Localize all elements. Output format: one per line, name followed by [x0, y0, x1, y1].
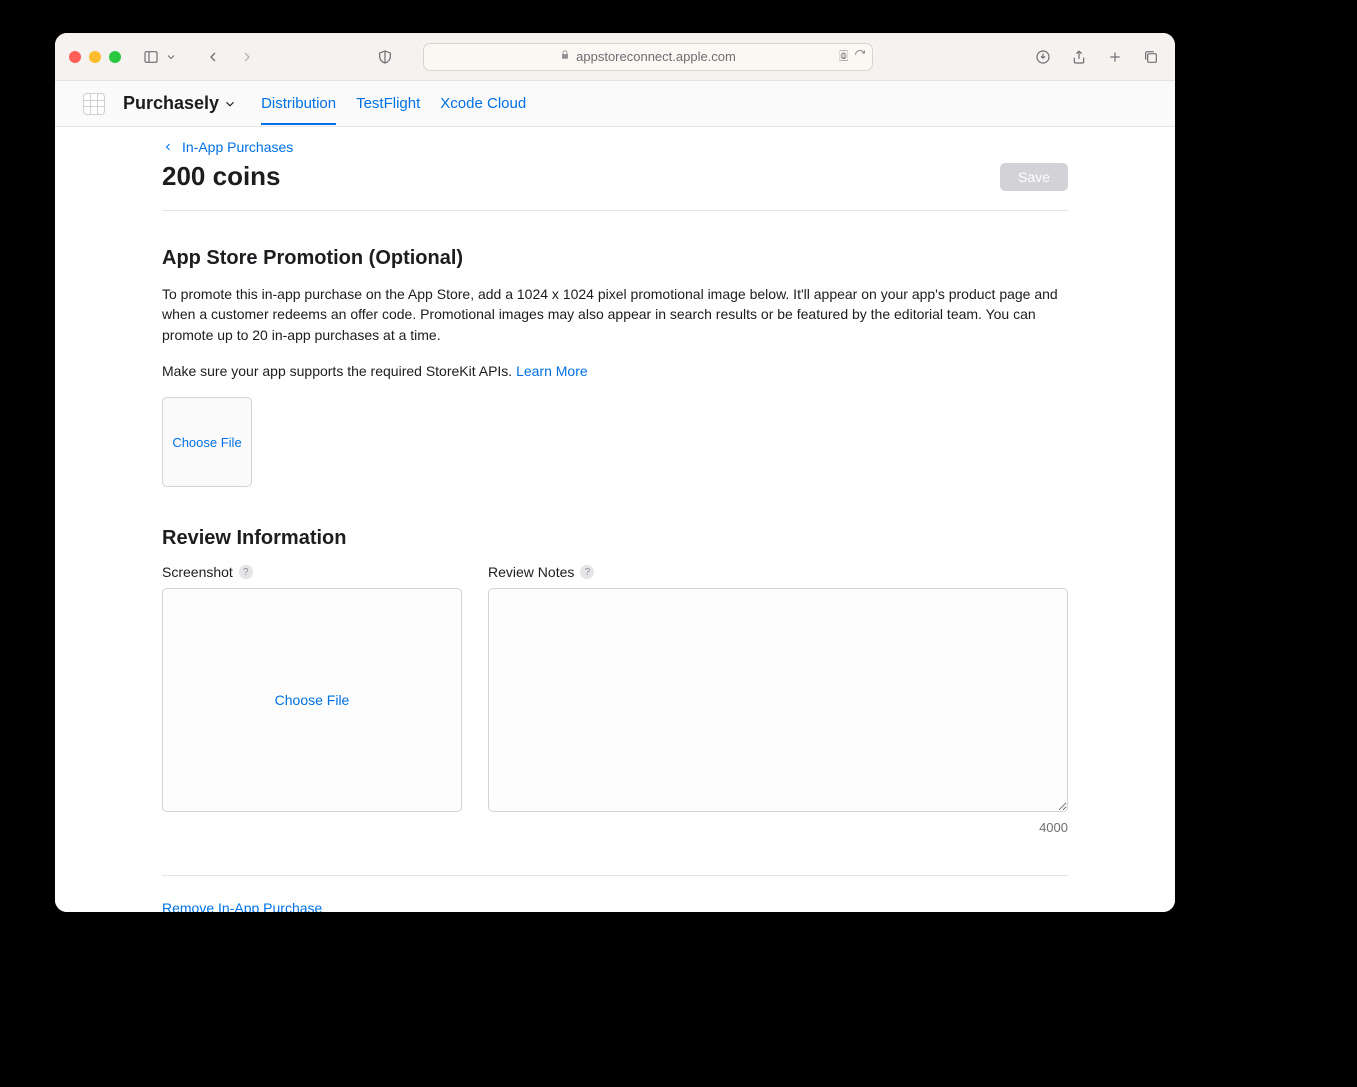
translate-icon[interactable]: 🀙 — [839, 50, 848, 63]
tabs-overview-icon[interactable] — [1141, 47, 1161, 67]
shield-icon[interactable] — [375, 47, 395, 67]
choose-file-label: Choose File — [275, 692, 350, 708]
fullscreen-window-button[interactable] — [109, 51, 121, 63]
lock-icon — [560, 50, 570, 63]
page-scroll[interactable]: In-App Purchases 200 coins Save App Stor… — [55, 127, 1175, 912]
promo-description-1: To promote this in-app purchase on the A… — [162, 284, 1068, 345]
reload-icon[interactable] — [854, 49, 866, 64]
review-notes-field-label: Review Notes — [488, 564, 574, 580]
app-switcher[interactable]: Purchasely — [123, 93, 237, 114]
screenshot-field-label: Screenshot — [162, 564, 233, 580]
promo-image-upload[interactable]: Choose File — [162, 397, 252, 487]
page-content: In-App Purchases 200 coins Save App Stor… — [162, 127, 1068, 912]
chevron-down-icon[interactable] — [165, 47, 177, 67]
screenshot-upload[interactable]: Choose File — [162, 588, 462, 812]
divider — [162, 875, 1068, 876]
screenshot-help-icon[interactable]: ? — [239, 565, 253, 579]
chevron-left-icon — [162, 141, 174, 153]
save-button[interactable]: Save — [1000, 163, 1068, 191]
chevron-down-icon — [223, 97, 237, 111]
browser-window: appstoreconnect.apple.com 🀙 — [55, 33, 1175, 912]
sidebar-toggle-icon[interactable] — [141, 47, 161, 67]
char-counter: 4000 — [1039, 820, 1068, 835]
app-tabs: Distribution TestFlight Xcode Cloud — [261, 83, 526, 125]
app-header: Purchasely Distribution TestFlight Xcode… — [55, 81, 1175, 127]
downloads-icon[interactable] — [1033, 47, 1053, 67]
breadcrumb-label: In-App Purchases — [182, 139, 293, 155]
app-name-label: Purchasely — [123, 93, 219, 114]
new-tab-icon[interactable] — [1105, 47, 1125, 67]
tab-distribution[interactable]: Distribution — [261, 83, 336, 125]
promo-description-2: Make sure your app supports the required… — [162, 361, 1068, 381]
close-window-button[interactable] — [69, 51, 81, 63]
forward-button[interactable] — [237, 47, 257, 67]
window-controls — [69, 51, 121, 63]
share-icon[interactable] — [1069, 47, 1089, 67]
promo-heading: App Store Promotion (Optional) — [162, 247, 1068, 270]
learn-more-link[interactable]: Learn More — [516, 363, 588, 379]
address-url: appstoreconnect.apple.com — [576, 49, 736, 64]
remove-iap-link[interactable]: Remove In-App Purchase — [162, 900, 1068, 912]
divider — [162, 210, 1068, 211]
review-heading: Review Information — [162, 527, 1068, 550]
choose-file-label: Choose File — [172, 435, 241, 450]
minimize-window-button[interactable] — [89, 51, 101, 63]
review-notes-textarea[interactable] — [488, 588, 1068, 812]
app-icon — [83, 93, 105, 115]
tab-xcode-cloud[interactable]: Xcode Cloud — [440, 83, 526, 125]
review-notes-help-icon[interactable]: ? — [580, 565, 594, 579]
page-title: 200 coins — [162, 161, 281, 192]
tab-testflight[interactable]: TestFlight — [356, 83, 420, 125]
address-bar[interactable]: appstoreconnect.apple.com 🀙 — [423, 43, 873, 71]
browser-toolbar: appstoreconnect.apple.com 🀙 — [55, 33, 1175, 81]
breadcrumb-back[interactable]: In-App Purchases — [162, 139, 1068, 155]
back-button[interactable] — [203, 47, 223, 67]
